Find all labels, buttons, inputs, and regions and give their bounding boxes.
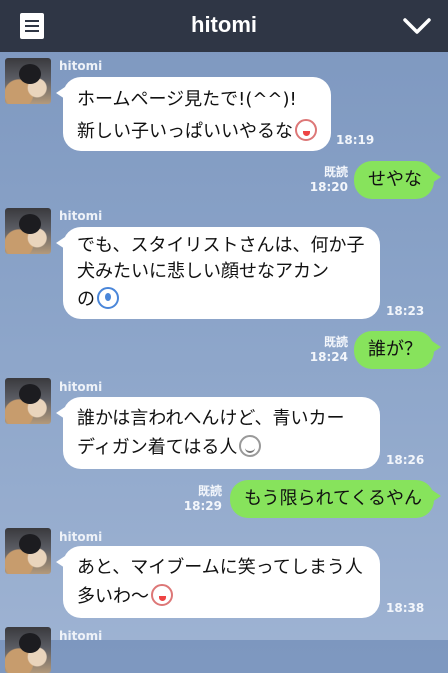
bunny-emoji (151, 584, 173, 606)
message-line: もう限られてくるやん (244, 488, 423, 509)
read-receipt: 既読 18:29 (180, 484, 222, 514)
received-message[interactable]: 誰かは言われへんけど、青いカー ディガン着てはる人 (56, 397, 380, 469)
sent-message[interactable]: 誰が？ (354, 331, 441, 369)
sender-name: hitomi (59, 530, 103, 544)
chevron-down-icon[interactable] (402, 14, 432, 38)
avatar[interactable] (5, 378, 51, 424)
read-label: 既読 (323, 165, 348, 179)
avatar[interactable] (5, 208, 51, 254)
message-time: 18:29 (183, 499, 222, 513)
avatar[interactable] (5, 528, 51, 574)
message-time: 18:23 (386, 304, 425, 318)
chat-header: hitomi (0, 0, 448, 52)
message-time: 18:20 (309, 180, 348, 194)
message-line: 新しい子いっぱいいやるな (77, 121, 293, 142)
message-line: ディガン着てはる人 (77, 437, 238, 458)
message-line: の (77, 289, 95, 310)
received-message[interactable]: でも、スタイリストさんは、何か子 犬みたいに悲しい顔せなアカン の (56, 227, 380, 319)
sender-name: hitomi (59, 380, 103, 394)
message-time: 18:38 (386, 601, 425, 615)
message-line: せやな (368, 169, 422, 190)
message-line: 多いわ〜 (77, 586, 149, 607)
avatar[interactable] (5, 58, 51, 104)
sender-name: hitomi (59, 59, 103, 73)
read-label: 既読 (323, 335, 348, 349)
message-time: 18:26 (386, 453, 425, 467)
received-message[interactable]: あと、マイブームに笑ってしまう人 多いわ〜 (56, 546, 380, 618)
sender-name: hitomi (59, 209, 103, 223)
message-line: 犬みたいに悲しい顔せなアカン (77, 261, 329, 282)
message-line: でも、スタイリストさんは、何か子 (77, 235, 365, 256)
smile-emoji (239, 435, 262, 457)
sender-name: hitomi (59, 629, 103, 643)
message-time: 18:19 (336, 133, 375, 147)
message-line: 誰かは言われへんけど、青いカー (77, 408, 345, 429)
message-line: ホームページ見たで!(^^)! (77, 89, 297, 110)
sent-message[interactable]: もう限られてくるやん (230, 480, 441, 518)
read-label: 既読 (197, 484, 222, 498)
read-receipt: 既読 18:24 (306, 335, 348, 365)
bunny-emoji (295, 119, 317, 141)
message-line: 誰が？ (368, 339, 422, 360)
message-line: あと、マイブームに笑ってしまう人 (77, 557, 363, 578)
avatar[interactable] (5, 627, 51, 673)
crying-emoji (97, 287, 119, 309)
chat-title: hitomi (191, 12, 257, 37)
sent-message[interactable]: せやな (354, 161, 441, 199)
message-time: 18:24 (309, 350, 348, 364)
received-message[interactable]: ホームページ見たで!(^^)! 新しい子いっぱいいやるな (56, 77, 331, 151)
read-receipt: 既読 18:20 (306, 165, 348, 195)
